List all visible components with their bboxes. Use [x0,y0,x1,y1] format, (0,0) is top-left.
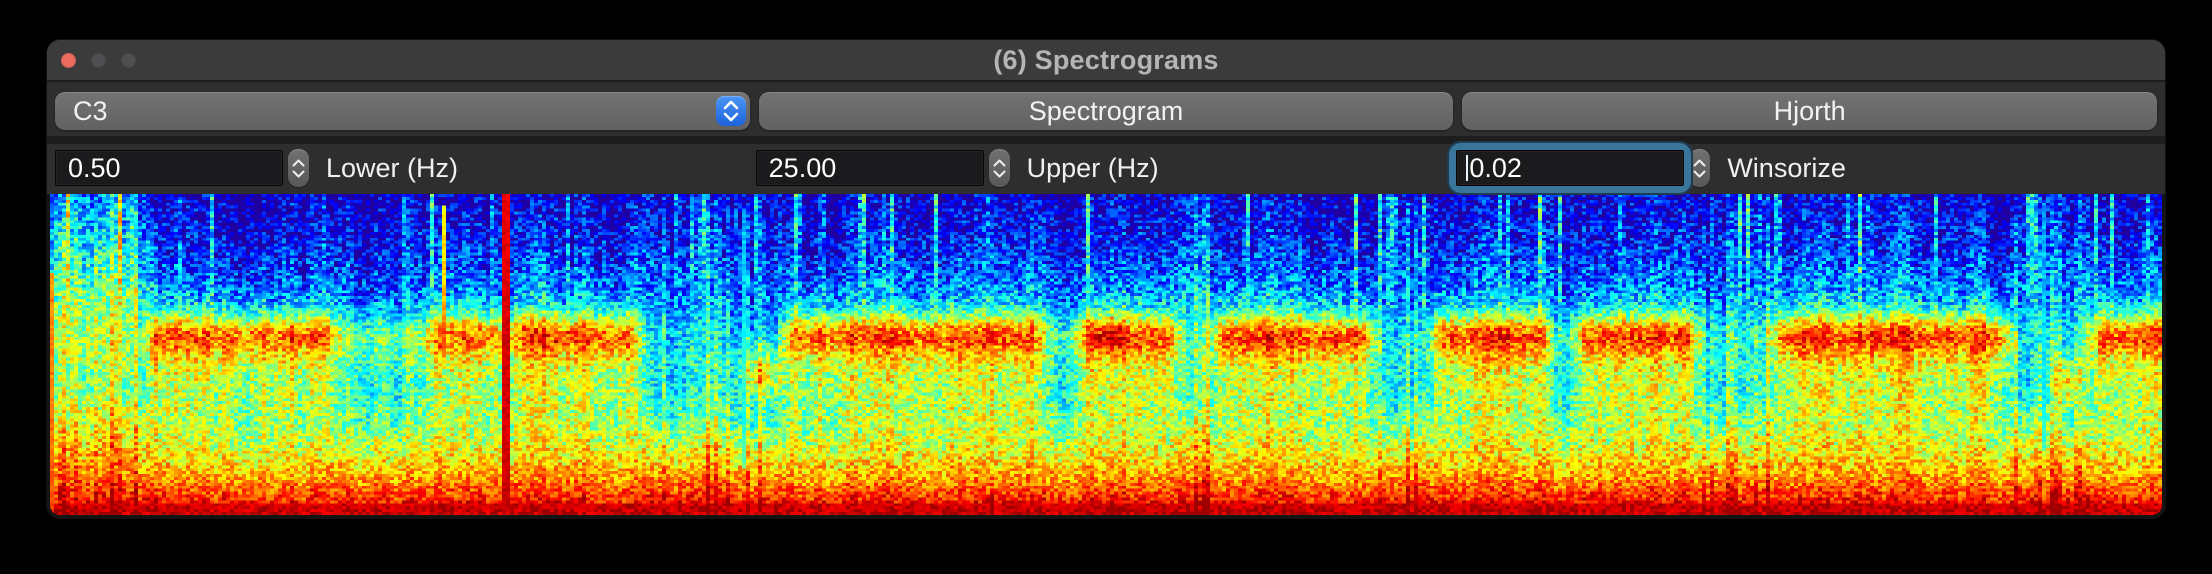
lower-hz-cell: Lower (Hz) [55,149,756,187]
channel-select[interactable]: C3 [55,92,750,130]
view-controls-row: C3 Spectrogram Hjorth [47,82,2165,136]
lower-hz-label: Lower (Hz) [326,152,459,183]
winsorize-input[interactable] [1456,150,1685,186]
winsorize-fieldwrap [1456,150,1685,186]
traffic-lights [61,40,136,80]
text-caret [1466,155,1469,181]
window-titlebar[interactable]: (6) Spectrograms [47,40,2165,82]
minimize-button[interactable] [91,52,106,68]
spectrogram-button[interactable]: Spectrogram [758,92,1454,130]
channel-select-value: C3 [73,95,108,126]
upper-hz-input[interactable] [755,150,984,186]
upper-hz-fieldwrap [755,150,984,186]
parameter-row: Lower (Hz) Upper (Hz) [47,144,2165,194]
close-button[interactable] [61,52,76,68]
window-title: (6) Spectrograms [993,44,1219,75]
lower-hz-fieldwrap [55,150,283,186]
upper-hz-label: Upper (Hz) [1026,152,1159,183]
spectrograms-window: (6) Spectrograms C3 Spectrogram Hjorth 0… [47,40,2165,518]
upper-hz-stepper[interactable] [988,149,1010,187]
controls-panel: C3 Spectrogram Hjorth Lower ( [47,82,2165,194]
winsorize-cell: Winsorize [1456,149,2157,187]
maximize-button[interactable] [121,52,136,68]
lower-hz-stepper[interactable] [288,149,309,187]
lower-hz-input[interactable] [55,150,283,186]
winsorize-stepper[interactable] [1689,149,1711,187]
winsorize-label: Winsorize [1727,152,1846,183]
row-separator [47,136,2165,144]
spectrogram-panel [47,194,2165,518]
upper-hz-cell: Upper (Hz) [755,149,1457,187]
spectrogram-canvas[interactable] [50,194,2162,515]
hjorth-button[interactable]: Hjorth [1462,92,2157,130]
popup-chevrons-icon [715,96,746,126]
